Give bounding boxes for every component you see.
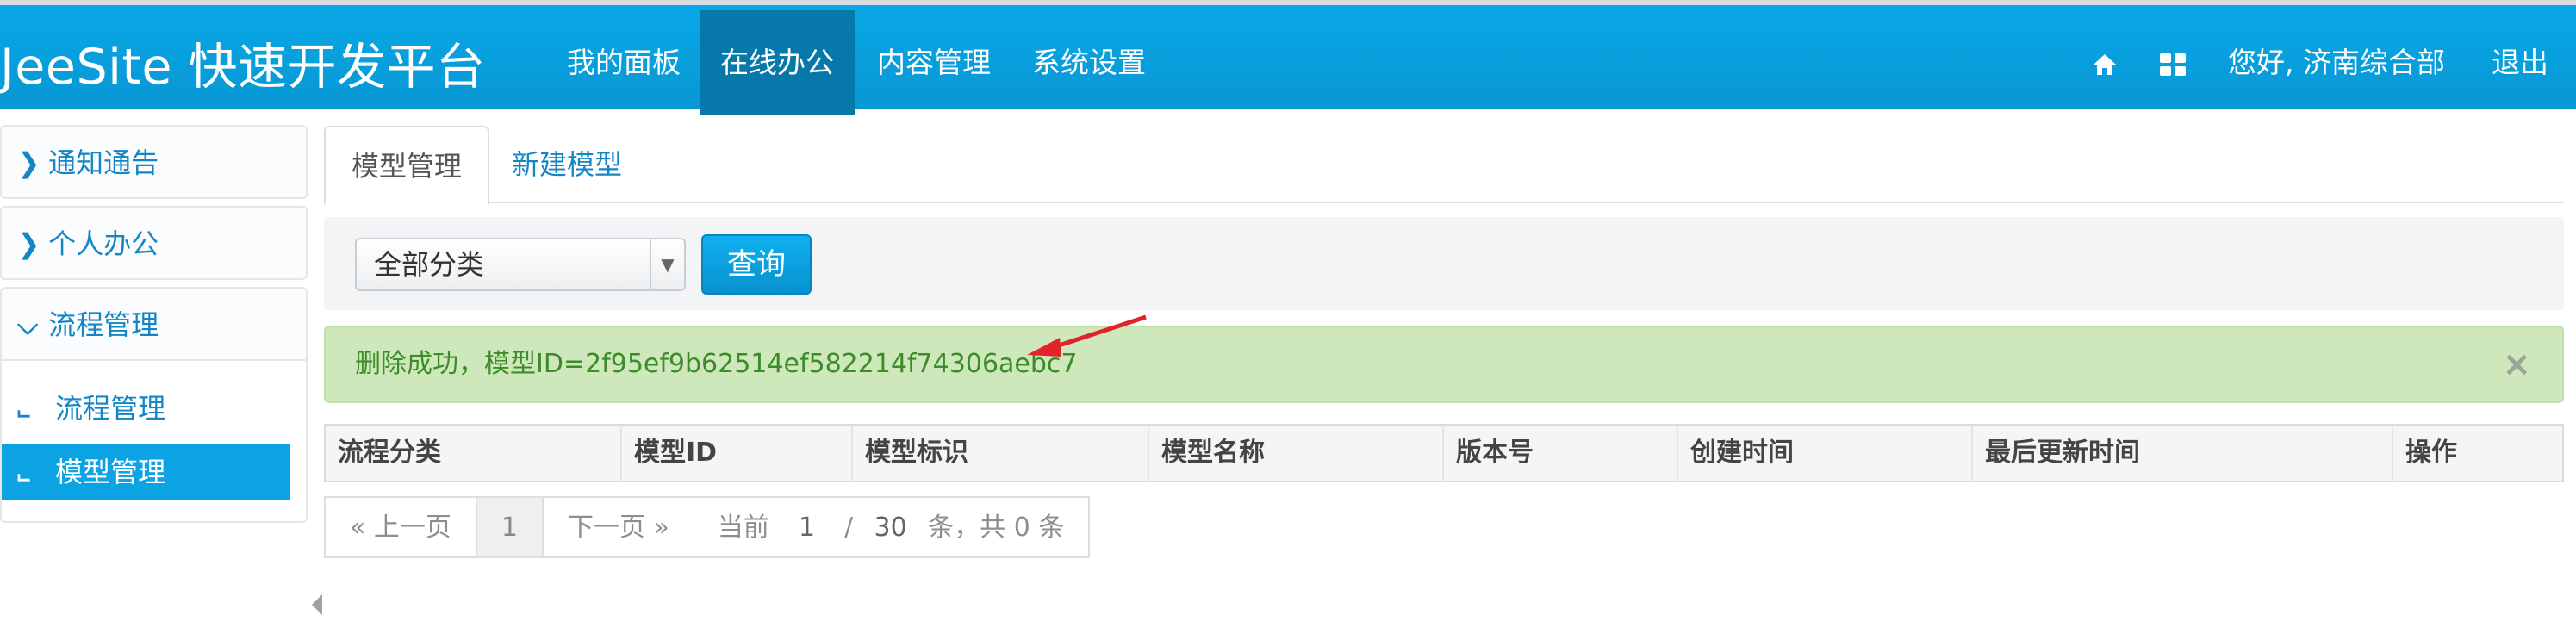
logout-link[interactable]: 退出 — [2492, 10, 2548, 115]
nav-system-settings[interactable]: 系统设置 — [1011, 10, 1167, 115]
column-header-model-id[interactable]: 模型ID — [620, 426, 851, 481]
column-header-actions[interactable]: 操作 — [2392, 426, 2562, 481]
column-header-created-time[interactable]: 创建时间 — [1677, 426, 1971, 481]
sidebar-collapse-handle[interactable] — [312, 594, 322, 615]
total-label: 条，共 0 条 — [928, 513, 1065, 543]
annotation-arrow-icon — [1027, 314, 1147, 357]
column-header-version[interactable]: 版本号 — [1442, 426, 1677, 481]
page-number-current[interactable]: 1 — [475, 496, 544, 558]
page-separator: / — [843, 513, 854, 543]
sidebar-group-notices[interactable]: ❯ 通知通告 — [0, 125, 308, 199]
sidebar-group-label: 流程管理 — [48, 308, 159, 341]
nav-my-panel[interactable]: 我的面板 — [546, 10, 701, 115]
column-header-model-key[interactable]: 模型标识 — [851, 426, 1148, 481]
tab-model-management[interactable]: 模型管理 — [324, 126, 490, 205]
column-header-model-name[interactable]: 模型名称 — [1148, 426, 1442, 481]
page-number-input[interactable]: 1 — [777, 498, 836, 558]
chevron-right-icon: ❯ — [17, 146, 40, 179]
sidebar-item-label: 模型管理 — [55, 456, 166, 488]
sidebar-group-label: 通知通告 — [48, 146, 159, 179]
sidebar-item-label: 流程管理 — [55, 392, 166, 425]
chevron-down-icon: ⌵ — [17, 308, 39, 341]
column-header-category[interactable]: 流程分类 — [326, 426, 620, 481]
next-page-button[interactable]: 下一页 » — [541, 496, 695, 558]
sidebar: ❯ 通知通告 ❯ 个人办公 ⌵ 流程管理 ⨽ 流程管理 ⨽ 模型管理 — [0, 125, 308, 523]
page-info: 当前 1 / 30 条，共 0 条 — [693, 496, 1091, 558]
grid-icon[interactable] — [2159, 10, 2187, 115]
user-greeting[interactable]: 您好, 济南综合部 — [2228, 10, 2445, 115]
sidebar-group-process-management[interactable]: ⌵ 流程管理 — [0, 287, 308, 361]
nav-online-office[interactable]: 在线办公 — [700, 10, 855, 115]
sidebar-group-personal-office[interactable]: ❯ 个人办公 — [0, 206, 308, 280]
page-size-input[interactable]: 30 — [862, 498, 920, 558]
sitemap-icon: ⨽ — [17, 462, 31, 488]
query-button[interactable]: 查询 — [701, 234, 812, 295]
sidebar-item-model-management[interactable]: ⨽ 模型管理 — [2, 444, 290, 500]
prev-page-button[interactable]: « 上一页 — [324, 496, 477, 558]
close-icon[interactable]: × — [2502, 327, 2531, 401]
category-select-value: 全部分类 — [374, 248, 485, 281]
column-header-updated-time[interactable]: 最后更新时间 — [1971, 426, 2392, 481]
tab-new-model[interactable]: 新建模型 — [486, 126, 648, 203]
success-alert: 删除成功，模型ID=2f95ef9b62514ef582214f74306aeb… — [324, 326, 2564, 403]
top-navbar: JeeSite 快速开发平台 我的面板 在线办公 内容管理 系统设置 您好, 济… — [0, 0, 2576, 115]
home-icon[interactable] — [2092, 10, 2118, 115]
sidebar-group-label: 个人办公 — [48, 227, 159, 260]
chevron-right-icon: ❯ — [17, 227, 40, 260]
alert-message: 删除成功，模型ID=2f95ef9b62514ef582214f74306aeb… — [355, 349, 1078, 379]
nav-content-management[interactable]: 内容管理 — [856, 10, 1011, 115]
brand-title[interactable]: JeeSite 快速开发平台 — [0, 28, 486, 98]
sidebar-group-body: ⨽ 流程管理 ⨽ 模型管理 — [0, 361, 308, 523]
current-label: 当前 — [717, 513, 769, 543]
sitemap-icon: ⨽ — [17, 398, 31, 424]
sidebar-item-process-management[interactable]: ⨽ 流程管理 — [2, 380, 290, 437]
tab-bar: 模型管理 新建模型 — [324, 126, 2564, 205]
pagination: « 上一页 1 下一页 » 当前 1 / 30 条，共 0 条 — [324, 496, 1091, 558]
search-form: 全部分类 ▼ 查询 — [324, 217, 2564, 310]
models-table: 流程分类 模型ID 模型标识 模型名称 版本号 创建时间 最后更新时间 操作 — [324, 424, 2564, 482]
caret-down-icon: ▼ — [650, 239, 684, 289]
category-select[interactable]: 全部分类 ▼ — [355, 238, 686, 291]
